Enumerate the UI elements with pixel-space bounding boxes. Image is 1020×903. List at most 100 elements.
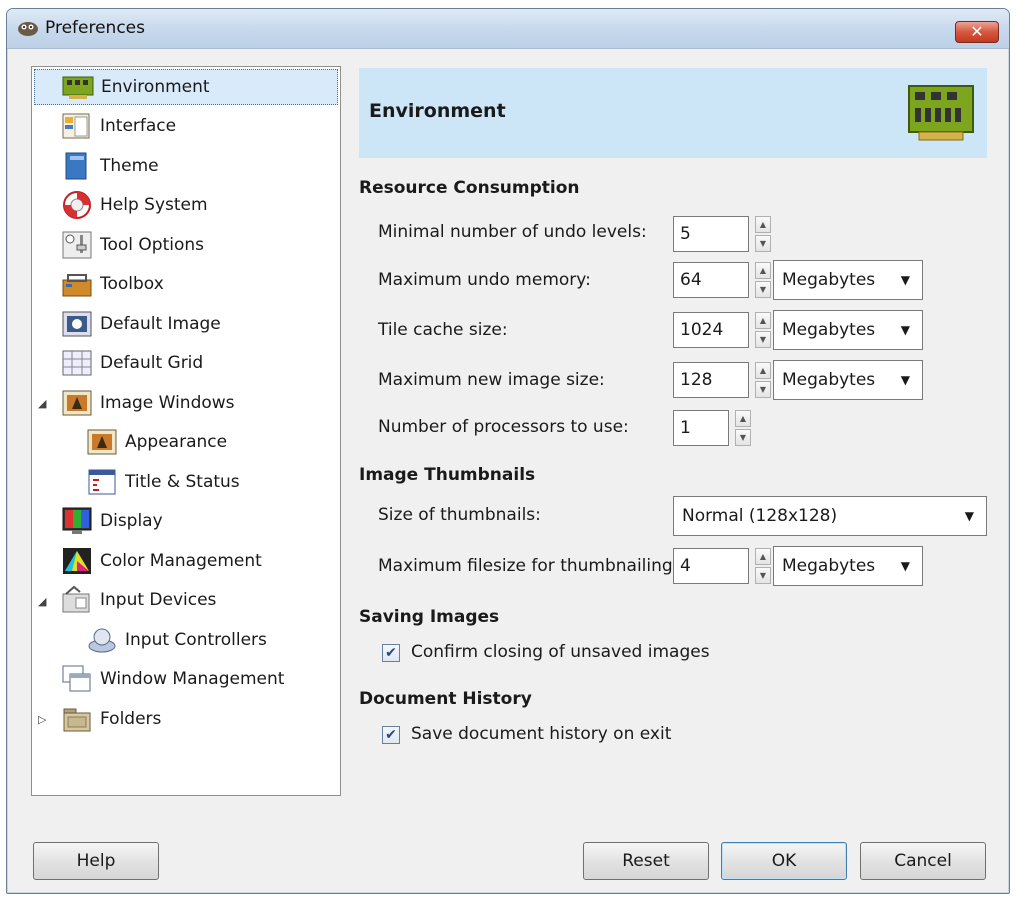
sidebar-item-title-status[interactable]: Title & Status	[85, 464, 240, 500]
undo-memory-label: Maximum undo memory:	[378, 270, 591, 290]
max-image-size-unit-select[interactable]: Megabytes ▼	[773, 360, 923, 400]
save-history-checkbox[interactable]: ✔	[382, 726, 400, 744]
thumbnail-filesize-value: 4	[680, 556, 691, 576]
default-image-icon	[62, 311, 92, 337]
undo-memory-input[interactable]: 64	[673, 262, 749, 298]
undo-levels-input[interactable]: 5	[673, 216, 749, 252]
tile-cache-input[interactable]: 1024	[673, 312, 749, 348]
spin-down-icon[interactable]: ▼	[755, 331, 771, 348]
saving-images-heading: Saving Images	[359, 607, 500, 627]
spin-down-icon[interactable]: ▼	[755, 567, 771, 584]
spin-down-icon[interactable]: ▼	[735, 429, 751, 446]
max-image-size-stepper[interactable]: ▲ ▼	[755, 362, 771, 398]
sidebar-item-input-controllers[interactable]: Input Controllers	[85, 622, 267, 658]
page-title: Environment	[369, 100, 506, 122]
save-history-label[interactable]: Save document history on exit	[411, 724, 671, 744]
spin-up-icon[interactable]: ▲	[755, 262, 771, 279]
color-management-icon	[63, 548, 91, 574]
sidebar-item-label: Environment	[101, 77, 210, 97]
sidebar-item-color-management[interactable]: Color Management	[60, 543, 262, 579]
unit-value: Megabytes	[782, 270, 876, 290]
undo-levels-stepper[interactable]: ▲ ▼	[755, 216, 771, 252]
category-tree[interactable]: Environment Interface Theme Help System …	[31, 66, 341, 796]
max-image-size-input[interactable]: 128	[673, 362, 749, 398]
sidebar-item-tool-options[interactable]: Tool Options	[60, 227, 204, 263]
tile-cache-stepper[interactable]: ▲ ▼	[755, 312, 771, 348]
collapse-icon[interactable]: ◢	[38, 596, 48, 607]
collapse-icon[interactable]: ◢	[38, 398, 48, 409]
sidebar-item-image-windows[interactable]: Image Windows	[60, 385, 235, 421]
spin-down-icon[interactable]: ▼	[755, 235, 771, 252]
sidebar-item-default-image[interactable]: Default Image	[60, 306, 221, 342]
expand-icon[interactable]: ▷	[38, 714, 48, 725]
sidebar-item-help-system[interactable]: Help System	[60, 187, 208, 223]
resource-consumption-heading: Resource Consumption	[359, 178, 580, 198]
appearance-icon	[87, 429, 117, 455]
sidebar-item-folders[interactable]: Folders	[60, 701, 161, 737]
checkmark-icon: ✔	[385, 727, 397, 743]
chevron-down-icon: ▼	[900, 323, 910, 337]
thumbnail-size-label: Size of thumbnails:	[378, 505, 541, 525]
input-controllers-icon	[88, 628, 116, 653]
sidebar-item-toolbox[interactable]: Toolbox	[60, 266, 164, 302]
page-banner: Environment	[359, 68, 987, 158]
confirm-closing-checkbox[interactable]: ✔	[382, 644, 400, 662]
sidebar-item-label: Folders	[100, 709, 162, 729]
help-button[interactable]: Help	[33, 842, 159, 880]
close-icon: ✕	[970, 22, 984, 41]
ok-button[interactable]: OK	[721, 842, 847, 880]
unit-value: Megabytes	[782, 370, 876, 390]
undo-memory-unit-select[interactable]: Megabytes ▼	[773, 260, 923, 300]
circuit-board-icon	[62, 76, 94, 99]
chevron-down-icon: ▼	[900, 559, 910, 573]
checkmark-icon: ✔	[385, 645, 397, 661]
undo-levels-label: Minimal number of undo levels:	[378, 222, 647, 242]
sidebar-item-label: Default Image	[100, 314, 221, 334]
sidebar-item-theme[interactable]: Theme	[60, 148, 159, 184]
image-thumbnails-heading: Image Thumbnails	[359, 465, 536, 485]
sidebar-item-environment[interactable]: Environment	[34, 69, 338, 105]
tile-cache-unit-select[interactable]: Megabytes ▼	[773, 310, 923, 350]
sidebar-item-appearance[interactable]: Appearance	[85, 424, 227, 460]
thumbnail-size-select[interactable]: Normal (128x128) ▼	[673, 496, 987, 536]
undo-memory-stepper[interactable]: ▲ ▼	[755, 262, 771, 298]
reset-button[interactable]: Reset	[583, 842, 709, 880]
close-button[interactable]: ✕	[955, 21, 999, 43]
sidebar-item-default-grid[interactable]: Default Grid	[60, 345, 203, 381]
display-icon	[62, 507, 92, 534]
folders-icon	[63, 708, 91, 732]
unit-value: Megabytes	[782, 556, 876, 576]
thumbnail-filesize-input[interactable]: 4	[673, 548, 749, 584]
spin-up-icon[interactable]: ▲	[755, 312, 771, 329]
max-image-size-value: 128	[680, 370, 713, 390]
tile-cache-value: 1024	[680, 320, 724, 340]
thumbnail-size-value: Normal (128x128)	[682, 506, 838, 526]
chevron-down-icon: ▼	[900, 273, 910, 287]
cancel-button[interactable]: Cancel	[860, 842, 986, 880]
confirm-closing-label[interactable]: Confirm closing of unsaved images	[411, 642, 710, 662]
input-devices-icon	[62, 585, 90, 613]
sidebar-item-label: Toolbox	[100, 274, 164, 294]
spin-down-icon[interactable]: ▼	[755, 381, 771, 398]
thumbnail-filesize-stepper[interactable]: ▲ ▼	[755, 548, 771, 584]
processors-label: Number of processors to use:	[378, 417, 629, 437]
spin-up-icon[interactable]: ▲	[755, 216, 771, 233]
sidebar-item-input-devices[interactable]: Input Devices	[60, 582, 216, 618]
theme-icon	[65, 152, 87, 180]
processors-input[interactable]: 1	[673, 410, 729, 446]
thumbnail-filesize-unit-select[interactable]: Megabytes ▼	[773, 546, 923, 586]
sidebar-item-label: Input Controllers	[125, 630, 267, 650]
sidebar-item-label: Default Grid	[100, 353, 204, 373]
spin-up-icon[interactable]: ▲	[735, 410, 751, 427]
sidebar-item-label: Theme	[100, 156, 159, 176]
title-bar[interactable]: Preferences ✕	[7, 9, 1009, 49]
spin-down-icon[interactable]: ▼	[755, 281, 771, 298]
processors-stepper[interactable]: ▲ ▼	[735, 410, 751, 446]
sidebar-item-label: Window Management	[100, 669, 285, 689]
sidebar-item-display[interactable]: Display	[60, 503, 163, 539]
spin-up-icon[interactable]: ▲	[755, 548, 771, 565]
spin-up-icon[interactable]: ▲	[755, 362, 771, 379]
document-history-heading: Document History	[359, 689, 532, 709]
sidebar-item-interface[interactable]: Interface	[60, 108, 176, 144]
sidebar-item-window-management[interactable]: Window Management	[60, 661, 284, 697]
